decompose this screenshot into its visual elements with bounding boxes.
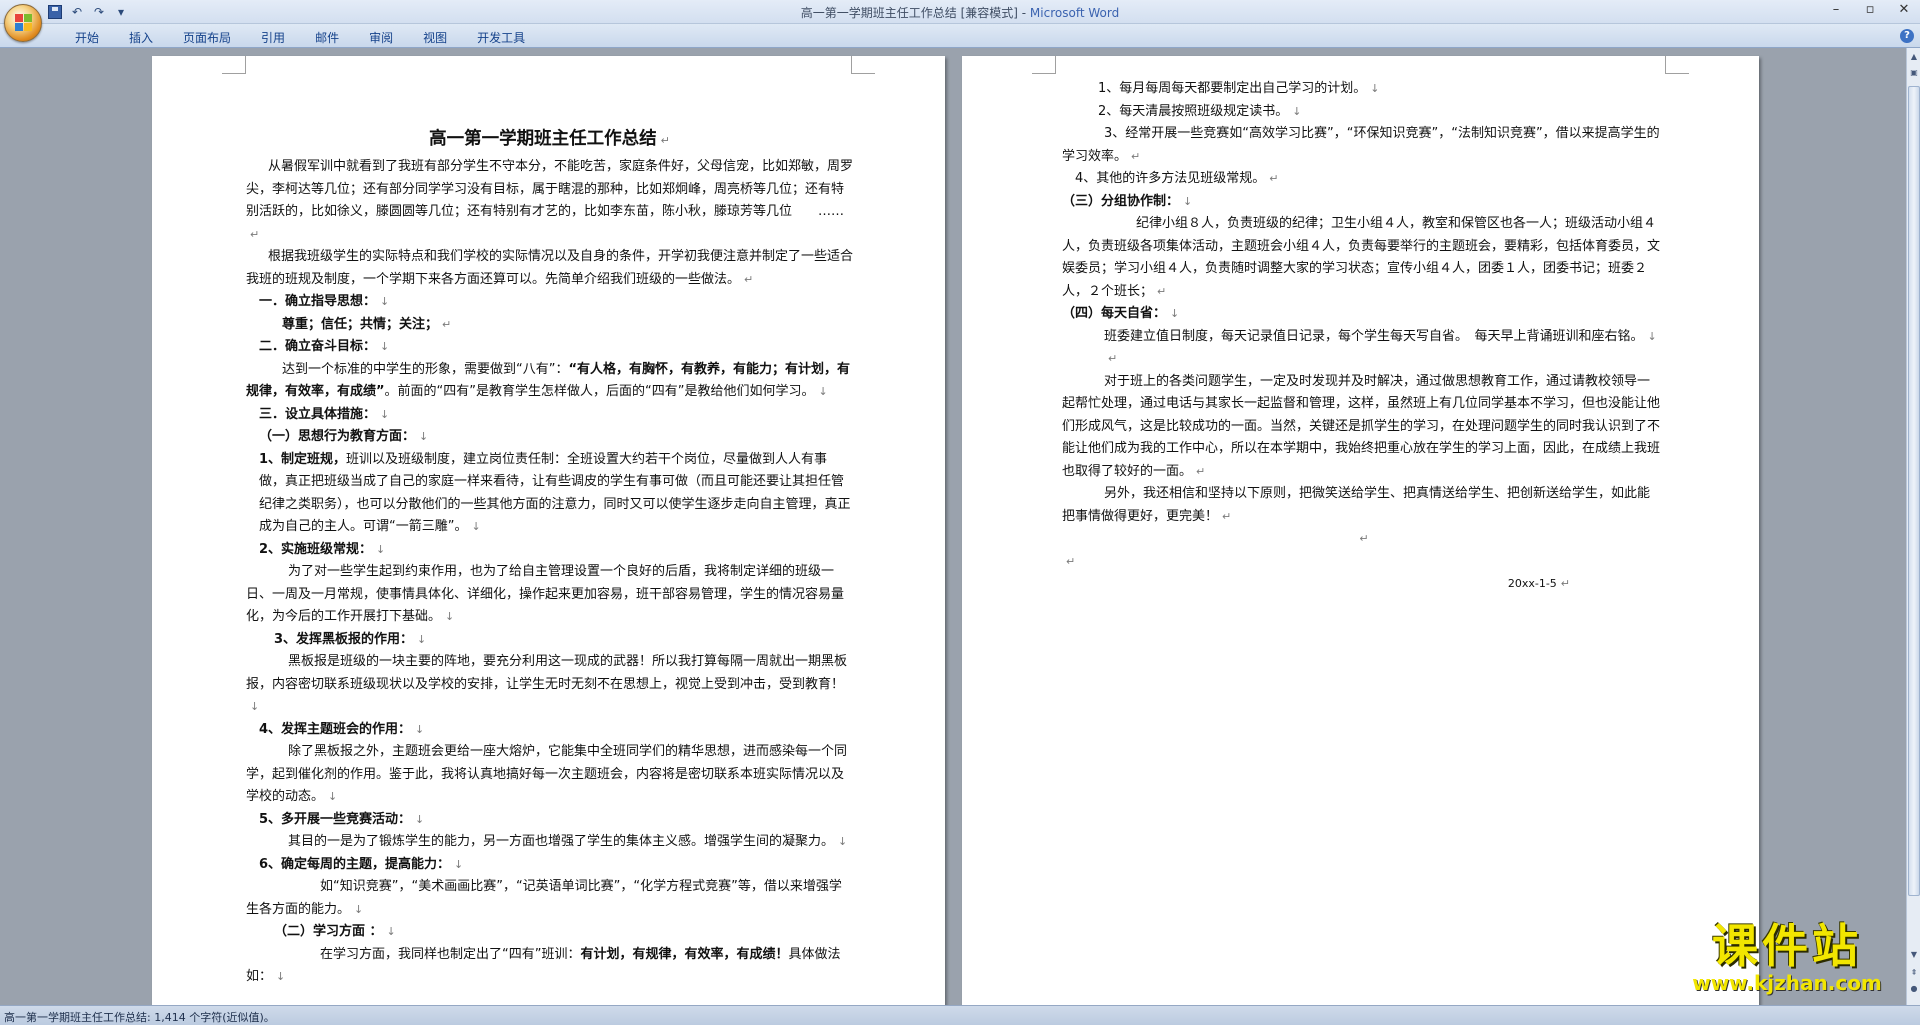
scroll-down-icon[interactable]: ▼ [1908, 948, 1920, 961]
document-date: 20xx-1-5 ↵ [1507, 577, 1570, 590]
ribbon-tabs: 开始 插入 页面布局 引用 邮件 审阅 视图 开发工具 [60, 29, 540, 46]
close-button[interactable]: ✕ [1894, 2, 1914, 17]
paragraph: 除了黑板报之外，主题班会更给一座大熔炉，它能集中全班同学们的精华思想，进而感染每… [246, 744, 848, 804]
office-logo-icon [15, 14, 33, 32]
save-icon[interactable] [48, 5, 62, 19]
quick-access-toolbar: ↶ ↷ ▾ [48, 3, 128, 21]
title-bar: 高一第一学期班主任工作总结 [兼容模式] - Microsoft Word ↶ … [0, 0, 1920, 24]
tab-page-layout[interactable]: 页面布局 [168, 29, 246, 46]
status-bar: 高一第一学期班主任工作总结: 1,414 个字符(近似值)。 [0, 1005, 1920, 1025]
paragraph: 如“知识竞赛”，“美术画画比赛”，“记英语单词比赛”，“化学方程式竞赛”等，借以… [246, 879, 842, 917]
help-icon[interactable]: ? [1900, 29, 1914, 43]
document-title: 高一第一学期班主任工作总结 ↵ [429, 129, 670, 149]
paragraph: 达到一个标准的中学生的形象，需要做到“八有”：“有人格，有胸怀，有教养，有能力；… [246, 361, 851, 400]
subsection-heading: 2、实施班级常规： ↓ [259, 541, 386, 557]
subsection-heading: 3、发挥黑板报的作用： ↓ [274, 631, 427, 647]
paragraph: 从暑假军训中就看到了我班有部分学生不守本分，不能吃苦，家庭条件好，父母信宠，比如… [246, 159, 854, 241]
margin-corner-mark [851, 56, 875, 74]
subsection-heading: （四）每天自省： ↓ [1062, 306, 1180, 321]
watermark-brand: 课件站 [1712, 919, 1862, 973]
list-item: 1、每月每周每天都要制定出自己学习的计划。 ↓ [1098, 81, 1380, 96]
minimize-button[interactable]: – [1826, 2, 1846, 17]
window-title: 高一第一学期班主任工作总结 [兼容模式] - Microsoft Word [800, 6, 1120, 20]
tab-home[interactable]: 开始 [60, 29, 114, 46]
margin-corner-mark [1665, 56, 1689, 74]
tab-insert[interactable]: 插入 [114, 29, 168, 46]
subsection-heading: （三）分组协作制： ↓ [1062, 193, 1193, 209]
paragraph: 其目的一是为了锻炼学生的能力，另一方面也增强了学生的集体主义感。增强学生间的凝聚… [288, 834, 848, 849]
section-heading: 二．确立奋斗目标： ↓ [259, 339, 390, 354]
page-2-text: 1、每月每周每天都要制定出自己学习的计划。 ↓ 2、每天清晨按照班级规定读书。 ↓ … [1062, 78, 1662, 596]
status-text: 高一第一学期班主任工作总结: 1,414 个字符(近似值)。 [4, 1011, 275, 1024]
paragraph: 在学习方面，我同样也制定出了“四有”班训：有计划，有规律，有效率，有成绩！具体做… [246, 946, 841, 985]
empty-paragraph: ↵ [1359, 532, 1369, 545]
empty-paragraph: ↵ [1108, 352, 1118, 365]
paragraph: 班委建立值日制度，每天记录值日记录，每个学生每天写自省。 每天早上背诵班训和座右… [1104, 328, 1657, 344]
paragraph: 对于班上的各类问题学生，一定及时发现并及时解决，通过做思想教育工作，通过请教校领… [1062, 373, 1661, 479]
empty-paragraph: ↵ [1066, 554, 1076, 568]
paragraph: 另外，我还相信和坚持以下原则，把微笑送给学生、把真情送给学生、把创新送给学生，如… [1062, 486, 1651, 524]
tab-view[interactable]: 视图 [408, 29, 462, 46]
vertical-scrollbar[interactable]: ▲ ▣ ▼ ⇞ ● [1906, 48, 1920, 1005]
tab-references[interactable]: 引用 [246, 29, 300, 46]
previous-page-icon[interactable]: ⇞ [1908, 966, 1920, 979]
site-watermark: 课件站 www.kjzhan.com [1668, 920, 1906, 994]
scroll-up-icon[interactable]: ▲ [1908, 50, 1920, 63]
window-controls: – ▫ ✕ [1826, 2, 1914, 17]
ribbon-tab-row: 开始 插入 页面布局 引用 邮件 审阅 视图 开发工具 ? [0, 24, 1920, 48]
subsection-heading: （二）学习方面 ： ↓ [274, 924, 396, 939]
office-button[interactable] [4, 4, 42, 42]
paragraph: 为了对一些学生起到约束作用，也为了给自主管理设置一个良好的后盾，我将制定详细的班… [246, 564, 845, 624]
tab-developer[interactable]: 开发工具 [462, 29, 540, 46]
select-browse-object-icon[interactable]: ● [1908, 982, 1920, 995]
tab-mailings[interactable]: 邮件 [300, 29, 354, 46]
paragraph: 尊重；信任；共情；关注； ↵ [282, 316, 452, 332]
list-item: 4、其他的许多方法见班级常规。 ↵ [1075, 171, 1279, 186]
paragraph: 黑板报是班级的一块主要的阵地，要充分利用这一现成的武器！所以我打算每隔一周就出一… [246, 654, 848, 713]
page-1-text: 高一第一学期班主任工作总结 ↵ 从暑假军训中就看到了我班有部分学生不守本分，不能吃… [246, 124, 853, 989]
list-item: 3、经常开展一些竞赛如“高效学习比赛”，“环保知识竞赛”，“法制知识竞赛”，借以… [1062, 126, 1660, 164]
maximize-button[interactable]: ▫ [1860, 2, 1880, 17]
ruler-toggle-icon[interactable]: ▣ [1908, 66, 1920, 79]
app-name: Microsoft Word [1029, 6, 1120, 20]
document-workspace: 高一第一学期班主任工作总结 ↵ 从暑假军训中就看到了我班有部分学生不守本分，不能吃… [0, 48, 1906, 1005]
document-page-2[interactable]: 1、每月每周每天都要制定出自己学习的计划。 ↓ 2、每天清晨按照班级规定读书。 ↓ … [962, 56, 1759, 1005]
section-heading: 三．设立具体措施： ↓ [259, 406, 390, 422]
scrollbar-thumb[interactable] [1908, 86, 1920, 896]
subsection-heading: 6、确定每周的主题，提高能力： ↓ [259, 856, 464, 872]
subsection-heading: 4、发挥主题班会的作用： ↓ [259, 721, 425, 737]
margin-corner-mark [222, 56, 246, 74]
paragraph: 根据我班级学生的实际特点和我们学校的实际情况以及自身的条件，开学初我便注意并制定… [246, 249, 854, 287]
paragraph: 1、制定班规，班训以及班级制度，建立岗位责任制：全班设置大约若干个岗位，尽量做到… [259, 451, 851, 535]
subsection-heading: 5、多开展一些竞赛活动： ↓ [259, 811, 425, 827]
section-heading: 一．确立指导思想： ↓ [259, 294, 390, 309]
paragraph: 纪律小组８人，负责班级的纪律；卫生小组４人，教室和保管区也各一人；班级活动小组４… [1062, 216, 1661, 299]
tab-review[interactable]: 审阅 [354, 29, 408, 46]
watermark-url: www.kjzhan.com [1692, 971, 1882, 995]
list-item: 2、每天清晨按照班级规定读书。 ↓ [1098, 103, 1302, 119]
margin-corner-mark [1032, 56, 1056, 74]
subsection-heading: （一）思想行为教育方面： ↓ [259, 429, 429, 444]
undo-icon[interactable]: ↶ [70, 5, 84, 19]
document-page-1[interactable]: 高一第一学期班主任工作总结 ↵ 从暑假军训中就看到了我班有部分学生不守本分，不能吃… [152, 56, 945, 1005]
redo-icon[interactable]: ↷ [92, 5, 106, 19]
customize-qat-icon[interactable]: ▾ [114, 5, 128, 19]
